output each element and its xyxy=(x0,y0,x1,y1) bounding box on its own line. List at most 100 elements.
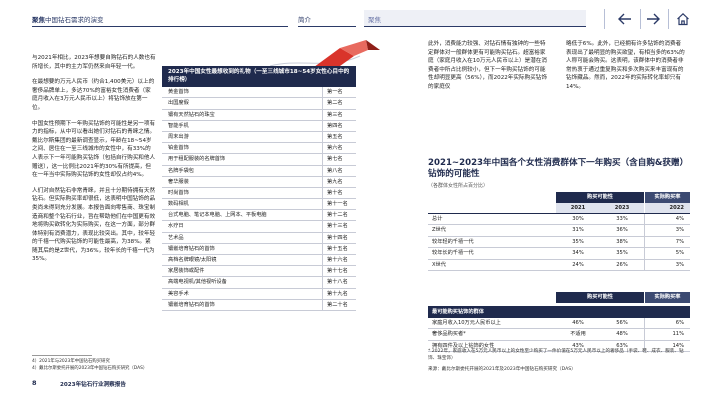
cell-2021: 30% xyxy=(572,216,584,222)
table-row: X世代 24% 26% 3% xyxy=(428,259,690,271)
page-number: 8 xyxy=(32,379,37,387)
cell-2022-actual: 4% xyxy=(644,214,690,225)
ranking-row: 时尚首饰 第十名 xyxy=(162,187,356,200)
cell-2023: 26% xyxy=(616,261,628,268)
ranking-row: 镶有天然钻石的珠宝 第三名 xyxy=(162,109,356,121)
gift-name: 高档名牌眼镜/太阳镜 xyxy=(168,257,217,263)
gift-name: 奢华服装 xyxy=(168,178,189,185)
gift-name: 镶嵌培育钻石的首饰 xyxy=(168,245,215,252)
cell-2021: 不适用 xyxy=(570,331,586,338)
gift-rank: 第十九名 xyxy=(322,288,356,299)
gift-rank: 第七名 xyxy=(322,154,356,165)
footnote-divider xyxy=(32,355,92,356)
row-label: 奢侈品购买者* xyxy=(432,331,466,338)
home-icon[interactable] xyxy=(670,6,696,32)
cell-2022-actual: 3% xyxy=(644,259,690,270)
table-subtitle: （各群体女性所占百分比） xyxy=(428,183,489,189)
row-label: Z世代 xyxy=(432,227,446,234)
gift-name: 家居装饰或配件 xyxy=(168,268,205,275)
nav-divider xyxy=(668,9,669,29)
cell-2023: 56% xyxy=(616,320,628,326)
ranking-row: 高档名牌眼镜/太阳镜 第十六名 xyxy=(162,255,356,267)
gift-rank: 第十三名 xyxy=(322,221,356,232)
table-footnote: * 2022年，家庭收入在5万元人民币以上的女性至少购买了一件价值在5万元人民币… xyxy=(428,349,684,361)
ranking-row: 艺术品 第十四名 xyxy=(162,232,356,244)
tab-focus[interactable]: 聚焦 xyxy=(364,10,586,27)
row-label: 家庭月收入10万元人民币以上 xyxy=(432,320,501,326)
breadcrumb-underline xyxy=(32,26,288,27)
paragraph: 与2021年相比，2023年想要自购钻石的人数也有所增长，其中的主力军仍然来自年… xyxy=(32,55,156,70)
cell-2022-actual: 3% xyxy=(644,225,690,236)
gift-name: 水疗日 xyxy=(168,223,184,230)
gift-rank: 第十五名 xyxy=(322,243,356,254)
cell-2023: 35% xyxy=(616,250,628,257)
gift-rank: 第十八名 xyxy=(322,277,356,288)
gift-name: 名牌手袋包 xyxy=(168,167,194,174)
gift-rank: 第十七名 xyxy=(322,266,356,277)
gift-rank: 第十六名 xyxy=(322,255,356,266)
cell-2023: 48% xyxy=(616,331,628,338)
tab-intro-underline xyxy=(298,26,356,27)
table-row: 较年长的千禧一代 34% 35% 5% xyxy=(428,248,690,260)
left-text-column: 与2021年相比，2023年想要自购钻石的人数也有所增长，其中的主力军仍然来自年… xyxy=(32,54,156,271)
cell-2021: 34% xyxy=(572,250,584,257)
ranking-rows: 黄金首饰 第一名 出国度假 第二名 镶有天然钻石的珠宝 第三名 智能手机 第四名 周末出游 第五名… xyxy=(162,87,356,311)
table-row: 奢侈品购买者* 不适用 48% 11% xyxy=(428,329,690,341)
ranking-row: 高端电视机/其他视听设备 第十八名 xyxy=(162,277,356,289)
breadcrumb[interactable]: 聚焦中国钻石需求的演变 xyxy=(32,14,104,24)
cell-2022-actual: 7% xyxy=(644,236,690,248)
gift-name: 用于租配服装的名牌首饰 xyxy=(168,156,226,163)
gift-name: 黄金首饰 xyxy=(168,89,189,96)
ranking-row: 智能手机 第四名 xyxy=(162,120,356,132)
table-row: 较年轻的千禧一代 35% 38% 7% xyxy=(428,236,690,249)
gift-name: 数码相机 xyxy=(168,201,189,208)
gift-name: 时尚首饰 xyxy=(168,189,189,196)
nav-divider xyxy=(604,9,605,29)
cell-2023: 33% xyxy=(616,216,628,222)
tab-intro[interactable]: 简介 xyxy=(298,14,311,24)
gift-rank: 第四名 xyxy=(322,120,356,131)
paragraph: 中国女性预期下一年购买钻饰的可能性是另一项有力的指标，从中可以看出她们对钻石的青… xyxy=(32,120,156,179)
arrow-left-icon[interactable] xyxy=(612,6,638,32)
year-header: 2021 xyxy=(556,203,600,213)
gift-rank: 第三名 xyxy=(322,109,356,120)
arrow-right-icon[interactable] xyxy=(640,6,666,32)
gift-rank: 第十四名 xyxy=(322,232,356,243)
gift-name: 高端电视机/其他视听设备 xyxy=(168,279,227,286)
year-header: 2022 xyxy=(644,203,690,213)
breadcrumb-page: 中国钻石需求的演变 xyxy=(45,16,104,24)
ranking-row: 周末出游 第五名 xyxy=(162,131,356,144)
footnote: 4）戴比尔斯委托开展的2023年中国钻石购买研究（DAS） xyxy=(32,365,148,371)
cell-2022-actual: 6% xyxy=(644,318,690,329)
cell-2022-actual: 11% xyxy=(644,329,690,340)
table-group-header: 购买可能性 实际购买率 xyxy=(428,292,690,303)
ranking-row: 铂金首饰 第六名 xyxy=(162,143,356,155)
tab-focus-label: 聚焦 xyxy=(368,16,381,24)
ranking-row: 数码相机 第十一名 xyxy=(162,199,356,211)
gift-rank: 第一名 xyxy=(322,87,356,98)
row-label: X世代 xyxy=(432,261,446,268)
gift-name: 镶有天然钻石的珠宝 xyxy=(168,111,215,118)
table-year-header: 2021 2023 2022 xyxy=(428,203,690,214)
top-bar: 聚焦中国钻石需求的演变 简介 聚焦 xyxy=(0,0,710,38)
cell-2023: 38% xyxy=(616,238,628,245)
cell-2022-actual: 5% xyxy=(644,248,690,259)
paragraph: 人们对自然钻石非常青睐，并且十分期待拥有天然钻石。但实际购买率却很低，这表明中国… xyxy=(32,187,156,263)
high-potential-table: 购买可能性 实际购买率 最可能购买钻饰的群体 家庭月收入10万元人民币以上 46%… xyxy=(428,292,690,353)
table-group-header: 购买可能性 实际购买率 xyxy=(428,192,690,203)
gift-rank: 第十二名 xyxy=(322,210,356,221)
left-footnotes: 4）2021年与2023年中国钻石购买研究 4）戴比尔斯委托开展的2023年中国… xyxy=(32,359,272,372)
table-row: Z世代 31% 36% 3% xyxy=(428,225,690,237)
gift-rank: 第十名 xyxy=(322,187,356,199)
gift-ranking-table: 2023年中国女性最想收到的礼物（一至三线城市18~54岁女性心目中的排行榜） … xyxy=(162,66,356,311)
gift-name: 智能手机 xyxy=(168,122,189,129)
footnote: 4）2021年与2023年中国钻石购买研究 xyxy=(32,359,110,364)
right-text-column-1: 此外，消费能力较强、对钻石情有独钟的一些特定群体对一般群体更有可能购买钻石。超富… xyxy=(428,41,547,90)
gift-name: 台式电脑、笔记本电脑、上网本、平板电脑 xyxy=(168,212,267,219)
gift-rank: 第九名 xyxy=(322,176,356,187)
cell-2021: 35% xyxy=(572,238,584,245)
ranking-table-title: 2023年中国女性最想收到的礼物（一至三线城市18~54岁女性心目中的排行榜） xyxy=(162,66,356,88)
gift-name: 铂金首饰 xyxy=(168,145,189,152)
cell-2021: 24% xyxy=(572,261,584,268)
group-header-likelihood: 购买可能性 xyxy=(556,192,644,203)
